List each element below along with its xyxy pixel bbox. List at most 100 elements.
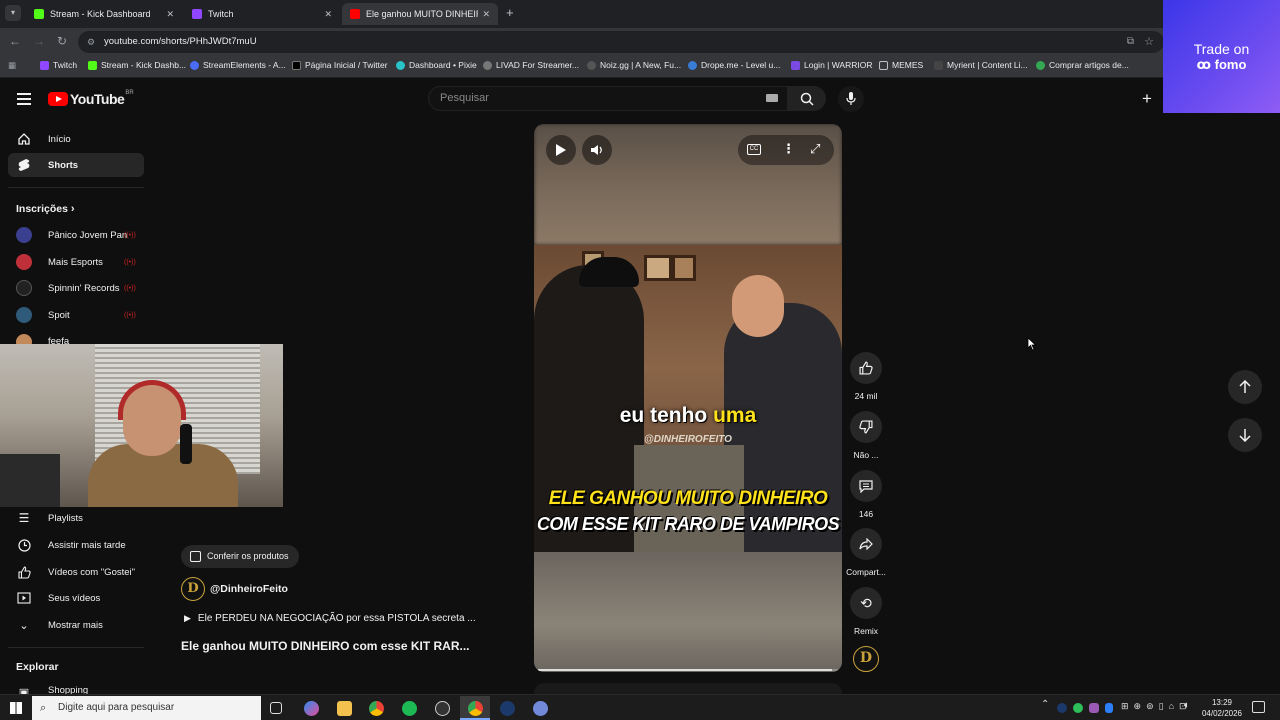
sidebar-item-shopping[interactable]: ▣ Shopping xyxy=(8,680,144,694)
sidebar-item-watch-later[interactable]: Assistir mais tarde xyxy=(8,533,144,557)
steam-icon[interactable] xyxy=(500,701,515,716)
bookmark-twitch[interactable]: Twitch xyxy=(40,60,77,70)
captions-icon[interactable]: CC xyxy=(747,144,761,155)
bookmark-label: Stream - Kick Dashb... xyxy=(101,60,187,70)
channel-avatar-small[interactable]: D xyxy=(853,646,879,672)
hamburger-menu-icon[interactable] xyxy=(17,93,31,105)
browser-tab-strip: ▾ Stream - Kick Dashboard ✕ Twitch ✕ Ele… xyxy=(0,0,1280,28)
channel-name[interactable]: @DinheiroFeito xyxy=(210,583,288,595)
sidebar-item-label: Assistir mais tarde xyxy=(48,539,126,551)
close-tab-icon[interactable]: ✕ xyxy=(166,9,174,20)
sidebar-sub-mais-esports[interactable]: Mais Esports ((•)) xyxy=(8,250,144,274)
bookmark-star-icon[interactable]: ☆ xyxy=(1144,31,1154,53)
tab-search-dropdown[interactable]: ▾ xyxy=(5,5,21,21)
sidebar-item-show-more[interactable]: ⌄ Mostrar mais xyxy=(8,613,144,637)
bookmark-twitter[interactable]: Página Inicial / Twitter xyxy=(292,60,388,70)
bookmark-streamelements[interactable]: StreamElements - A... xyxy=(190,60,286,70)
subscriptions-heading[interactable]: Inscrições › xyxy=(16,203,75,215)
forward-icon[interactable]: → xyxy=(33,34,45,48)
like-button[interactable]: 24 mil xyxy=(848,352,884,401)
tab-youtube-short[interactable]: Ele ganhou MUITO DINHEIRO ✕ xyxy=(342,3,498,25)
chrome-icon[interactable] xyxy=(369,701,384,716)
site-info-icon[interactable]: ⚙ xyxy=(87,31,95,53)
tab-twitch[interactable]: Twitch ✕ xyxy=(184,3,340,25)
steam-tray-icon[interactable] xyxy=(1057,703,1067,713)
close-tab-icon[interactable]: ✕ xyxy=(324,9,332,20)
apps-icon[interactable]: ▦ xyxy=(8,60,16,71)
tab-kick-dashboard[interactable]: Stream - Kick Dashboard ✕ xyxy=(26,3,182,25)
previous-short-button[interactable] xyxy=(1228,370,1262,404)
sidebar-item-liked-videos[interactable]: Vídeos com "Gostei" xyxy=(8,560,144,584)
search-input[interactable]: Pesquisar xyxy=(428,86,788,111)
bookmark-drope[interactable]: Drope.me - Level u... xyxy=(688,60,780,70)
shorts-video-player[interactable]: CC ⋮ ⤢ eu tenho uma @DINHEIROFEITO ELE G… xyxy=(534,124,842,672)
voice-search-button[interactable] xyxy=(838,86,864,112)
install-app-icon[interactable]: ⧉ xyxy=(1127,31,1134,53)
copilot-icon[interactable] xyxy=(304,701,319,716)
dislike-button[interactable]: Não ... xyxy=(848,411,884,460)
bookmark-myrient[interactable]: Myrient | Content Li... xyxy=(934,60,1028,70)
bookmark-folder-memes[interactable]: MEMES xyxy=(879,60,923,70)
comments-button[interactable]: 146 xyxy=(848,470,884,519)
discord-icon[interactable] xyxy=(533,701,548,716)
bookmark-warrior[interactable]: Login | WARRIOR xyxy=(791,60,873,70)
file-explorer-icon[interactable] xyxy=(337,701,352,716)
bookmark-livad[interactable]: LIVAD For Streamer... xyxy=(483,60,579,70)
next-short-button[interactable] xyxy=(1228,418,1262,452)
more-options-icon[interactable]: ⋮ xyxy=(782,141,795,157)
system-tray-chevron-icon[interactable]: ⌃ xyxy=(1041,699,1049,710)
spotify-icon[interactable] xyxy=(402,701,417,716)
create-button[interactable]: + xyxy=(1142,89,1152,109)
bookmark-kick[interactable]: Stream - Kick Dashb... xyxy=(88,60,186,70)
bookmark-pixie[interactable]: Dashboard • Pixie xyxy=(396,60,477,70)
green-tray-icon[interactable] xyxy=(1073,703,1083,713)
address-bar[interactable]: ⚙ youtube.com/shorts/PHhJWDt7muU ⧉ ☆ xyxy=(78,31,1164,53)
reload-icon[interactable]: ↻ xyxy=(57,34,67,48)
bookmark-noiz[interactable]: Noiz.gg | A New, Fu... xyxy=(587,60,681,70)
task-view-icon[interactable] xyxy=(270,702,282,714)
taskbar-search-input[interactable]: ⌕ Digite aqui para pesquisar xyxy=(32,696,261,720)
youtube-logo[interactable]: YouTube BR xyxy=(48,90,134,107)
channel-avatar[interactable]: D xyxy=(181,577,205,601)
fullscreen-icon[interactable]: ⤢ xyxy=(810,141,820,157)
back-icon[interactable]: ← xyxy=(9,34,21,48)
feather-tray-icon[interactable] xyxy=(1089,703,1099,713)
video-title-overlay-1: ELE GANHOU MUITO DINHEIRO xyxy=(548,488,828,509)
sidebar-item-shorts[interactable]: Shorts xyxy=(8,153,144,177)
keyboard-icon[interactable] xyxy=(766,94,778,102)
share-button[interactable]: Compart... xyxy=(846,528,886,577)
speaker-icon[interactable]: 🔈︎ xyxy=(1184,700,1190,711)
volume-icon xyxy=(591,145,602,155)
sidebar-item-playlists[interactable]: ☰ Playlists xyxy=(8,506,144,530)
search-button[interactable] xyxy=(788,86,826,111)
new-tab-button[interactable]: + xyxy=(506,5,514,20)
windows-start-icon[interactable] xyxy=(10,702,22,714)
bookmark-google-shopping[interactable]: Comprar artigos de... xyxy=(1036,60,1129,70)
next-short-preview xyxy=(534,683,842,694)
sidebar-item-your-videos[interactable]: Seus vídeos xyxy=(8,586,144,610)
fomo-ad-banner[interactable]: Trade on ꝏ fomo xyxy=(1163,0,1280,113)
sidebar-sub-panico[interactable]: Pânico Jovem Pan ((•)) xyxy=(8,223,144,247)
dislike-label: Não ... xyxy=(853,450,879,460)
volume-button[interactable] xyxy=(582,135,612,165)
play-button[interactable] xyxy=(546,135,576,165)
sidebar-item-home[interactable]: Início xyxy=(8,127,144,151)
x-icon xyxy=(292,60,301,70)
bluetooth-tray-icon[interactable] xyxy=(1105,703,1113,713)
obs-icon[interactable] xyxy=(435,701,450,716)
video-title-overlay-2: COM ESSE KIT RARO DE VAMPIROS xyxy=(536,514,840,534)
chrome-active-icon[interactable] xyxy=(468,701,483,716)
sidebar-sub-feefa[interactable]: feefa xyxy=(8,330,144,344)
products-button[interactable]: Conferir os produtos xyxy=(181,545,299,568)
sidebar-sub-spoit[interactable]: Spoit ((•)) xyxy=(8,303,144,327)
sidebar-sub-spinnin[interactable]: Spinnin' Records ((•)) xyxy=(8,276,144,300)
related-video-link[interactable]: ▶ Ele PERDEU NA NEGOCIAÇÃO por essa PIST… xyxy=(184,613,476,624)
like-count: 24 mil xyxy=(854,391,878,401)
notifications-icon[interactable] xyxy=(1252,701,1265,713)
taskbar-clock[interactable]: 13:29 04/02/2026 xyxy=(1200,697,1244,719)
subscriptions-title: Inscrições xyxy=(16,203,68,215)
remix-button[interactable]: ⟲ Remix xyxy=(848,587,884,636)
tray-icons[interactable]: ⊞⊕⊚▯⌂⊡ xyxy=(1121,701,1192,712)
close-tab-icon[interactable]: ✕ xyxy=(482,9,490,20)
progress-track[interactable] xyxy=(538,669,838,671)
